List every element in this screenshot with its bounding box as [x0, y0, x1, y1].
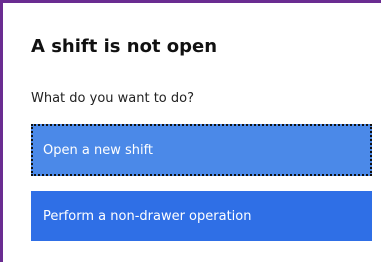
dialog-title: A shift is not open: [31, 36, 218, 57]
open-new-shift-label: Open a new shift: [43, 142, 154, 158]
window-frame-top: [0, 0, 381, 3]
non-drawer-operation-button[interactable]: Perform a non-drawer operation: [31, 191, 372, 241]
window-frame-left: [0, 0, 3, 262]
shift-dialog: A shift is not open What do you want to …: [0, 0, 381, 262]
open-new-shift-button[interactable]: Open a new shift: [31, 124, 372, 176]
dialog-prompt: What do you want to do?: [31, 91, 195, 106]
non-drawer-operation-label: Perform a non-drawer operation: [43, 208, 252, 224]
